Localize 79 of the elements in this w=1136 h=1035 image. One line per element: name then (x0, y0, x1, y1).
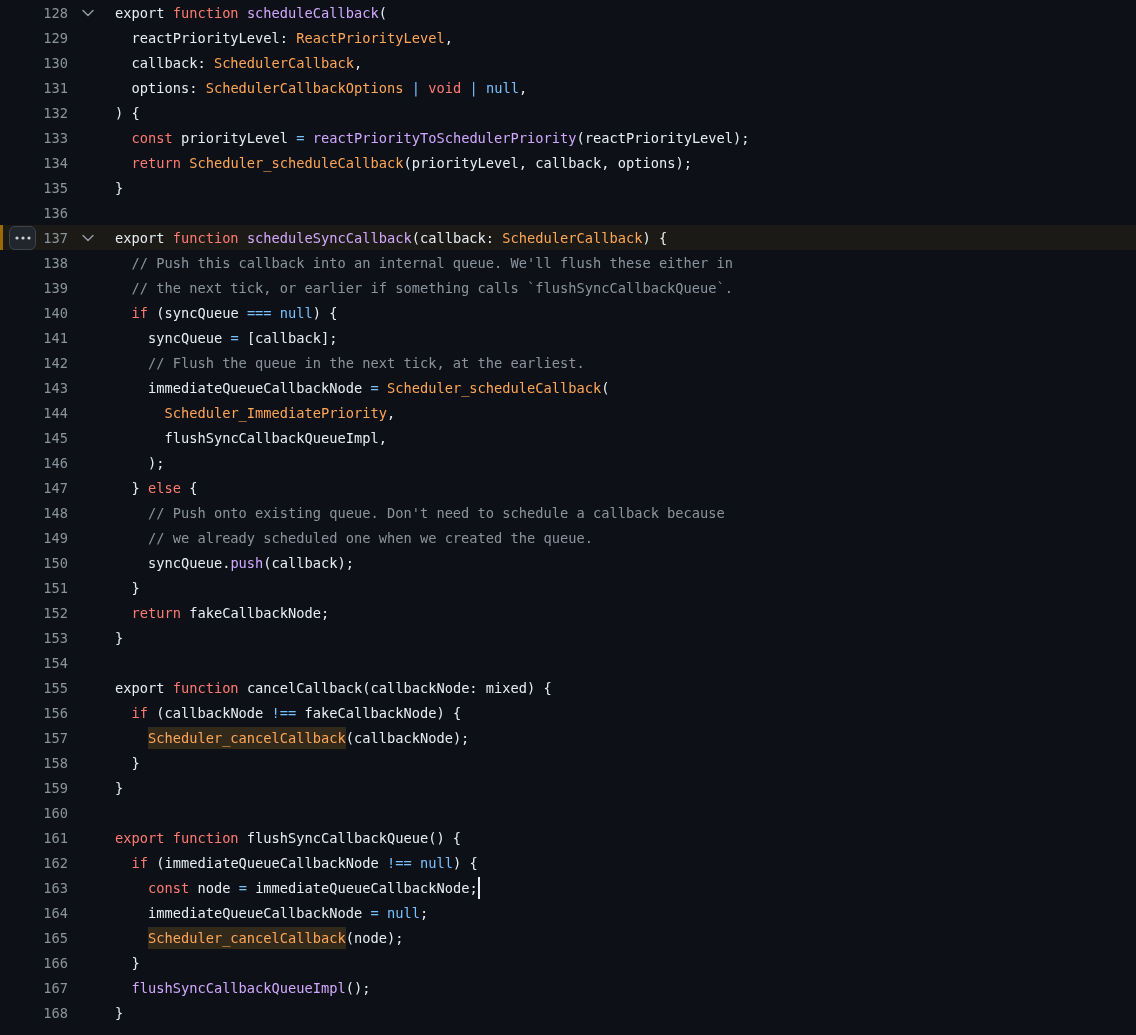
line-number: 148 (42, 504, 68, 521)
line-number: 145 (42, 429, 68, 446)
code-line: if (callbackNode !== fakeCallbackNode) { (130, 703, 462, 723)
code-line: export function cancelCallback(callbackNode: mixed) { (115, 678, 552, 698)
code-line: export function scheduleSyncCallback(callback: SchedulerCallback) { (115, 228, 668, 248)
code-line: // Push this callback into an internal queue. We'll flush these either in (130, 253, 734, 273)
line-number: 161 (42, 829, 68, 846)
code-line: immediateQueueCallbackNode = null; (146, 903, 429, 923)
line-number: 164 (42, 904, 68, 921)
code-line: Scheduler_ImmediatePriority, (163, 403, 396, 423)
line-number: 167 (42, 979, 68, 996)
line-number: 153 (42, 629, 68, 646)
code-line: // Push onto existing queue. Don't need to schedule a callback because (146, 503, 725, 523)
line-number: 135 (42, 179, 68, 196)
line-number: 152 (42, 604, 68, 621)
more-options-button[interactable] (9, 225, 36, 250)
line-number: 168 (42, 1004, 68, 1021)
code-line: // the next tick, or earlier if something calls `flushSyncCallbackQueue`. (130, 278, 734, 298)
line-number: 155 (42, 679, 68, 696)
code-line: export function scheduleCallback( (115, 3, 387, 23)
line-number: 131 (42, 79, 68, 96)
code-line: const priorityLevel = reactPriorityToSchedulerPriority(reactPriorityLevel); (130, 128, 750, 148)
code-line: options: SchedulerCallbackOptions | void | null, (130, 78, 528, 98)
code-line: return fakeCallbackNode; (130, 603, 330, 623)
code-line: if (syncQueue === null) { (130, 303, 338, 323)
line-number: 157 (42, 729, 68, 746)
line-number: 160 (42, 804, 68, 821)
code-line: flushSyncCallbackQueueImpl, (163, 428, 387, 448)
code-line: ) { (115, 103, 140, 123)
line-number: 150 (42, 554, 68, 571)
line-number: 136 (42, 204, 68, 221)
line-number: 130 (42, 54, 68, 71)
code-line: // Flush the queue in the next tick, at the earliest. (146, 353, 585, 373)
code-line: } (115, 178, 124, 198)
code-line: export function flushSyncCallbackQueue() { (115, 828, 462, 848)
code-line: flushSyncCallbackQueueImpl(); (130, 978, 371, 998)
code-line: ); (146, 453, 165, 473)
line-number: 162 (42, 854, 68, 871)
code-line: } (130, 578, 140, 598)
code-line: immediateQueueCallbackNode = Scheduler_scheduleCallback( (146, 378, 610, 398)
line-number: 138 (42, 254, 68, 271)
line-number: 147 (42, 479, 68, 496)
code-line: } (115, 778, 124, 798)
line-number: 146 (42, 454, 68, 471)
line-number: 142 (42, 354, 68, 371)
code-line: } (115, 1003, 124, 1023)
line-number: 165 (42, 929, 68, 946)
code-line: callback: SchedulerCallback, (130, 53, 363, 73)
line-number: 154 (42, 654, 68, 671)
line-number: 128 (42, 4, 68, 21)
line-number: 158 (42, 754, 68, 771)
code-line: reactPriorityLevel: ReactPriorityLevel, (130, 28, 453, 48)
line-number: 134 (42, 154, 68, 171)
code-line: syncQueue.push(callback); (146, 553, 354, 573)
line-number: 143 (42, 379, 68, 396)
line-number: 137 (42, 229, 68, 246)
line-number: 166 (42, 954, 68, 971)
line-number: 144 (42, 404, 68, 421)
line-number: 141 (42, 329, 68, 346)
code-line: return Scheduler_scheduleCallback(priorityLevel, callback, options); (130, 153, 692, 173)
code-line: } (115, 628, 124, 648)
code-line: } (130, 753, 140, 773)
line-number: 139 (42, 279, 68, 296)
line-number: 133 (42, 129, 68, 146)
code-line: } else { (130, 478, 198, 498)
ellipsis-icon (14, 235, 31, 240)
code-line: } (130, 953, 140, 973)
line-number: 156 (42, 704, 68, 721)
line-number: 129 (42, 29, 68, 46)
line-number: 140 (42, 304, 68, 321)
code-line: if (immediateQueueCallbackNode !== null) { (130, 853, 478, 873)
line-number: 132 (42, 104, 68, 121)
code-line: syncQueue = [callback]; (146, 328, 338, 348)
line-number: 159 (42, 779, 68, 796)
code-line: const node = immediateQueueCallbackNode; (146, 878, 478, 898)
code-line: // we already scheduled one when we created the queue. (146, 528, 593, 548)
line-number: 151 (42, 579, 68, 596)
line-number: 149 (42, 529, 68, 546)
line-number: 163 (42, 879, 68, 896)
